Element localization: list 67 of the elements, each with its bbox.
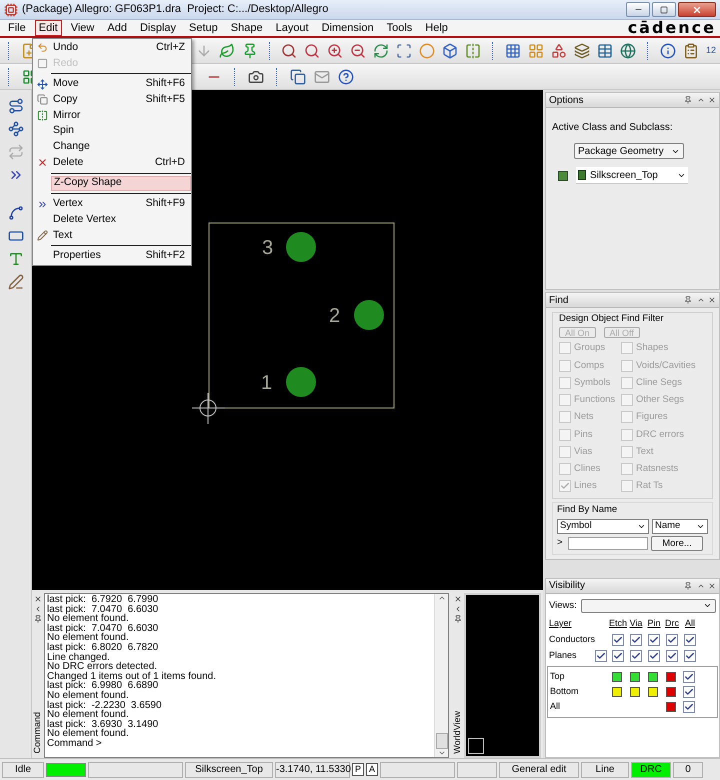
status-field: Idle xyxy=(2,762,44,778)
filter-label: Ratsnests xyxy=(636,462,678,476)
status-field: DRC xyxy=(631,762,671,778)
console-line: No element found. xyxy=(47,690,130,701)
panel-title: Find xyxy=(549,294,570,308)
field-label: Views: xyxy=(549,598,577,613)
filter-label: Other Segs xyxy=(636,393,684,407)
row-label: Bottom xyxy=(550,685,580,698)
row-label: All xyxy=(550,700,562,714)
filter-label: Text xyxy=(636,444,654,459)
column-header: Drc xyxy=(664,617,680,630)
filter-label: Shapes xyxy=(636,341,668,356)
filter-label: Pins xyxy=(574,428,592,442)
console-line: last pick: 3.6930 3.1490 xyxy=(47,720,160,730)
column-header: All xyxy=(684,617,696,630)
column-header: Layer xyxy=(549,617,573,630)
panel-title: Options xyxy=(549,94,584,108)
filter-label: Symbols xyxy=(574,376,610,390)
group-title: Design Object Find Filter xyxy=(559,312,665,326)
filter-label: Vias xyxy=(574,444,592,459)
row-label: Conductors xyxy=(549,633,595,646)
status-field: Silkscreen_Top xyxy=(185,762,273,778)
console-line: last pick: 6.8020 6.7820 xyxy=(47,642,160,653)
console-line: No DRC errors detected. xyxy=(47,662,158,672)
panel-title: Command xyxy=(31,712,44,754)
pin-number: 3 xyxy=(262,237,274,259)
filter-label: Figures xyxy=(636,410,668,424)
console-line: last pick: 7.0470 6.6030 xyxy=(47,604,160,614)
filter-label: Voids/Cavities xyxy=(636,358,696,372)
filter-label: Rat Ts xyxy=(636,479,663,494)
console-line: last pick: 7.0470 6.6030 xyxy=(47,624,160,634)
console-line: Command > xyxy=(47,738,103,748)
status-field: -3.1740, 11.5330 xyxy=(275,762,350,778)
status-field: Line xyxy=(581,762,629,778)
status-field: General edit xyxy=(499,762,579,778)
filter-label: Lines xyxy=(574,479,597,494)
filter-label: Cline Segs xyxy=(636,376,682,390)
prompt-symbol: > xyxy=(557,536,564,550)
console-line: No element found. xyxy=(47,729,130,739)
console-line: Changed 1 items out of 1 items found. xyxy=(47,672,217,682)
panel-title: Visibility xyxy=(549,579,586,594)
panel-title: WorldView xyxy=(451,711,464,754)
console-line: No element found. xyxy=(47,710,129,720)
status-field: 0 xyxy=(673,762,703,778)
console-line: No element found. xyxy=(47,633,129,643)
filter-label: Nets xyxy=(574,410,594,424)
group-title: Find By Name xyxy=(557,502,618,516)
filter-label: Groups xyxy=(574,341,606,356)
filter-label: Functions xyxy=(574,393,616,407)
console-line: No element found. xyxy=(47,614,129,624)
console-line: last pick: 6.9980 6.6890 xyxy=(47,681,160,691)
console-line: Line changed. xyxy=(47,652,111,662)
column-header: Etch xyxy=(609,617,627,630)
pin-number: 2 xyxy=(329,305,340,327)
column-header: Via xyxy=(628,617,644,630)
pin-number: 1 xyxy=(261,372,272,394)
logo: cādence xyxy=(628,20,716,36)
console-line: last pick: -2.2230 3.6590 xyxy=(47,700,163,710)
console-line: last pick: 6.7920 6.7990 xyxy=(47,595,160,605)
row-label: Top xyxy=(550,670,566,684)
column-header: Pin xyxy=(646,617,662,630)
filter-label: DRC errors xyxy=(636,428,684,442)
filter-label: Comps xyxy=(574,358,604,372)
field-label: Active Class and Subclass: xyxy=(552,121,674,135)
filter-label: Clines xyxy=(574,462,600,476)
row-label: Planes xyxy=(549,649,578,662)
window-title: (Package) Allegro: GF063P1.dra Project: C:.../Desktop/Allegro xyxy=(22,2,330,18)
